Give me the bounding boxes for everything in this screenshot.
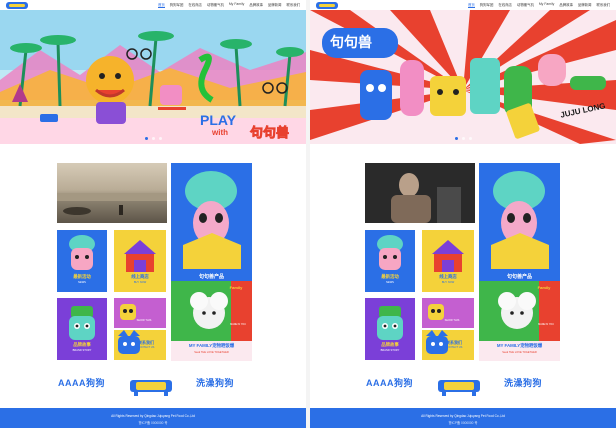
tile-news-subtitle: NEWS bbox=[78, 281, 86, 284]
nav-item-story[interactable]: 品牌故事 bbox=[249, 2, 263, 8]
brand-logo[interactable] bbox=[316, 1, 338, 9]
nav-item-dogs[interactable]: 狗狗军团 bbox=[170, 2, 184, 8]
tile-contact[interactable]: 联系我们 CONTACT US bbox=[114, 330, 166, 360]
tile-family-title: MY FAMILY宠物晒饭爆 bbox=[188, 343, 235, 348]
page-right: 首页 狗狗军团 在线商店 动物暖气机 My Family 品牌故事 品牌新闻 联… bbox=[310, 0, 616, 428]
footer-copyright: All Rights Reserved by Qingdao Jujuyang … bbox=[111, 414, 195, 418]
tile-story-title: 品牌故事 bbox=[381, 342, 399, 347]
tile-news-title: 最新活动 bbox=[73, 274, 91, 279]
hero-title-play: PLAY bbox=[200, 112, 237, 128]
hero-brand-title: 句句兽 bbox=[330, 34, 372, 50]
tile-news[interactable]: 最新活动 NEWS bbox=[365, 230, 415, 292]
tile-family-title: MY FAMILY宠物晒饭爆 bbox=[496, 343, 543, 348]
tile-show[interactable]: SHOW THIS bbox=[114, 298, 166, 328]
footer-copyright: All Rights Reserved by Qingdao Jujuyang … bbox=[421, 414, 505, 418]
tile-family-subtitle: Seek THE LOVE TOGETHER bbox=[194, 351, 229, 354]
tile-show-label: SHOW THIS bbox=[136, 319, 152, 322]
family-poodle-photo bbox=[479, 281, 560, 361]
tile-shop[interactable]: 线上商店 BUY NOW bbox=[422, 230, 474, 292]
tile-family-made-in: MADE IN YOU bbox=[538, 323, 554, 326]
main-nav: 首页 狗狗军团 在线商店 动物暖气机 My Family 品牌故事 品牌新闻 联… bbox=[158, 2, 300, 8]
tile-news[interactable]: 最新活动 NEWS bbox=[57, 230, 107, 292]
brand-left-wordmark[interactable]: AAAA狗狗 bbox=[58, 376, 105, 389]
video-tile-beach[interactable] bbox=[57, 163, 167, 223]
nav-item-contact[interactable]: 联系我们 bbox=[596, 2, 610, 8]
footer-icp[interactable]: 鲁ICP备 0000000 号 bbox=[310, 420, 616, 425]
brand-logo[interactable] bbox=[6, 1, 28, 9]
footer-icp[interactable]: 鲁ICP备 0000000 号 bbox=[0, 420, 306, 425]
brand-left-wordmark[interactable]: AAAA狗狗 bbox=[366, 376, 413, 389]
header: 首页 狗狗军团 在线商店 动物暖气机 My Family 品牌故事 品牌新闻 联… bbox=[310, 0, 616, 10]
carousel-dot[interactable] bbox=[468, 137, 472, 140]
tile-story-title: 品牌故事 bbox=[73, 342, 91, 347]
sunburst-illustration bbox=[310, 10, 616, 144]
tile-story[interactable]: 品牌故事 BRAND STORY bbox=[57, 298, 107, 360]
brand-dog-mascot[interactable] bbox=[128, 374, 174, 396]
nav-item-heater[interactable]: 动物暖气机 bbox=[207, 2, 224, 8]
tile-contact-subtitle: CONTACT US bbox=[137, 346, 155, 349]
carousel-dot[interactable] bbox=[151, 137, 155, 140]
tile-story-subtitle: BRAND STORY bbox=[380, 349, 400, 352]
tile-news-title: 最新活动 bbox=[381, 274, 399, 279]
tile-show-label: SHOW THIS bbox=[444, 319, 460, 322]
brand-dog-mascot[interactable] bbox=[436, 374, 482, 396]
main-nav: 首页 狗狗军团 在线商店 动物暖气机 My Family 品牌故事 品牌新闻 联… bbox=[468, 2, 610, 8]
tile-product-title: 句句兽产品 bbox=[198, 274, 224, 280]
header: 首页 狗狗军团 在线商店 动物暖气机 My Family 品牌故事 品牌新闻 联… bbox=[0, 0, 306, 10]
nav-item-family[interactable]: My Family bbox=[229, 2, 244, 8]
carousel-dot[interactable] bbox=[461, 137, 465, 140]
man-video-photo bbox=[365, 163, 475, 223]
tile-shop-title: 线上商店 bbox=[439, 274, 457, 279]
beach-photo bbox=[57, 193, 167, 215]
nav-item-family[interactable]: My Family bbox=[539, 2, 554, 8]
tile-shop-subtitle: BUY NOW bbox=[441, 281, 455, 284]
tile-shop-subtitle: BUY NOW bbox=[133, 281, 147, 284]
hero-carousel-dots bbox=[310, 137, 616, 140]
stage: 首页 狗狗军团 在线商店 动物暖气机 My Family 品牌故事 品牌新闻 联… bbox=[0, 0, 616, 428]
brand-right-wordmark[interactable]: 洗澡狗狗 bbox=[196, 376, 234, 389]
tile-family[interactable]: Family MADE IN YOU MY FAMILY宠物晒饭爆 Seek T… bbox=[171, 281, 252, 361]
nav-item-home[interactable]: 首页 bbox=[158, 2, 165, 8]
tile-show[interactable]: SHOW THIS bbox=[422, 298, 474, 328]
footer: All Rights Reserved by Qingdao Jujuyang … bbox=[310, 408, 616, 428]
tile-product[interactable]: 句句兽产品 JUJULONG PRODUCT bbox=[171, 163, 252, 297]
nav-item-news[interactable]: 品牌新闻 bbox=[578, 2, 592, 8]
tile-story[interactable]: 品牌故事 BRAND STORY bbox=[365, 298, 415, 360]
tile-contact-subtitle: CONTACT US bbox=[445, 346, 463, 349]
hero-banner-jujulong[interactable]: 句句兽 JUJU LONG bbox=[310, 10, 616, 144]
hero-title-with: with bbox=[212, 128, 228, 137]
tile-story-subtitle: BRAND STORY bbox=[72, 349, 92, 352]
show-dog-icon bbox=[120, 304, 136, 320]
page-left: 首页 狗狗军团 在线商店 动物暖气机 My Family 品牌故事 品牌新闻 联… bbox=[0, 0, 306, 428]
tile-family-badge: Family bbox=[537, 285, 551, 290]
carousel-dot[interactable] bbox=[158, 137, 162, 140]
nav-item-contact[interactable]: 联系我们 bbox=[286, 2, 300, 8]
carousel-dot[interactable] bbox=[454, 137, 458, 140]
nav-item-shop[interactable]: 在线商店 bbox=[498, 2, 512, 8]
family-poodle-photo bbox=[171, 281, 252, 361]
nav-item-shop[interactable]: 在线商店 bbox=[188, 2, 202, 8]
tile-product[interactable]: 句句兽产品 JUJULONG PRODUCT bbox=[479, 163, 560, 297]
tile-product-title: 句句兽产品 bbox=[506, 274, 532, 280]
nav-item-heater[interactable]: 动物暖气机 bbox=[517, 2, 534, 8]
nav-item-news[interactable]: 品牌新闻 bbox=[268, 2, 282, 8]
tile-family-badge: Family bbox=[229, 285, 243, 290]
nav-item-home[interactable]: 首页 bbox=[468, 2, 475, 8]
show-dog-icon bbox=[428, 304, 444, 320]
tile-shop-title: 线上商店 bbox=[131, 274, 149, 279]
hero-carousel-dots bbox=[0, 137, 306, 140]
carousel-dot[interactable] bbox=[144, 137, 148, 140]
tile-family-subtitle: Seek THE LOVE TOGETHER bbox=[502, 351, 537, 354]
brand-right-wordmark[interactable]: 洗澡狗狗 bbox=[504, 376, 542, 389]
tile-family-made-in: MADE IN YOU bbox=[230, 323, 246, 326]
video-tile-man[interactable] bbox=[365, 163, 475, 223]
tile-news-subtitle: NEWS bbox=[386, 281, 394, 284]
nav-item-story[interactable]: 品牌故事 bbox=[559, 2, 573, 8]
tile-family[interactable]: Family MADE IN YOU MY FAMILY宠物晒饭爆 Seek T… bbox=[479, 281, 560, 361]
footer: All Rights Reserved by Qingdao Jujuyang … bbox=[0, 408, 306, 428]
nav-item-dogs[interactable]: 狗狗军团 bbox=[480, 2, 494, 8]
tile-shop[interactable]: 线上商店 BUY NOW bbox=[114, 230, 166, 292]
tile-contact[interactable]: 联系我们 CONTACT US bbox=[422, 330, 474, 360]
hero-banner-play[interactable]: PLAY with 句句兽 bbox=[0, 10, 306, 144]
